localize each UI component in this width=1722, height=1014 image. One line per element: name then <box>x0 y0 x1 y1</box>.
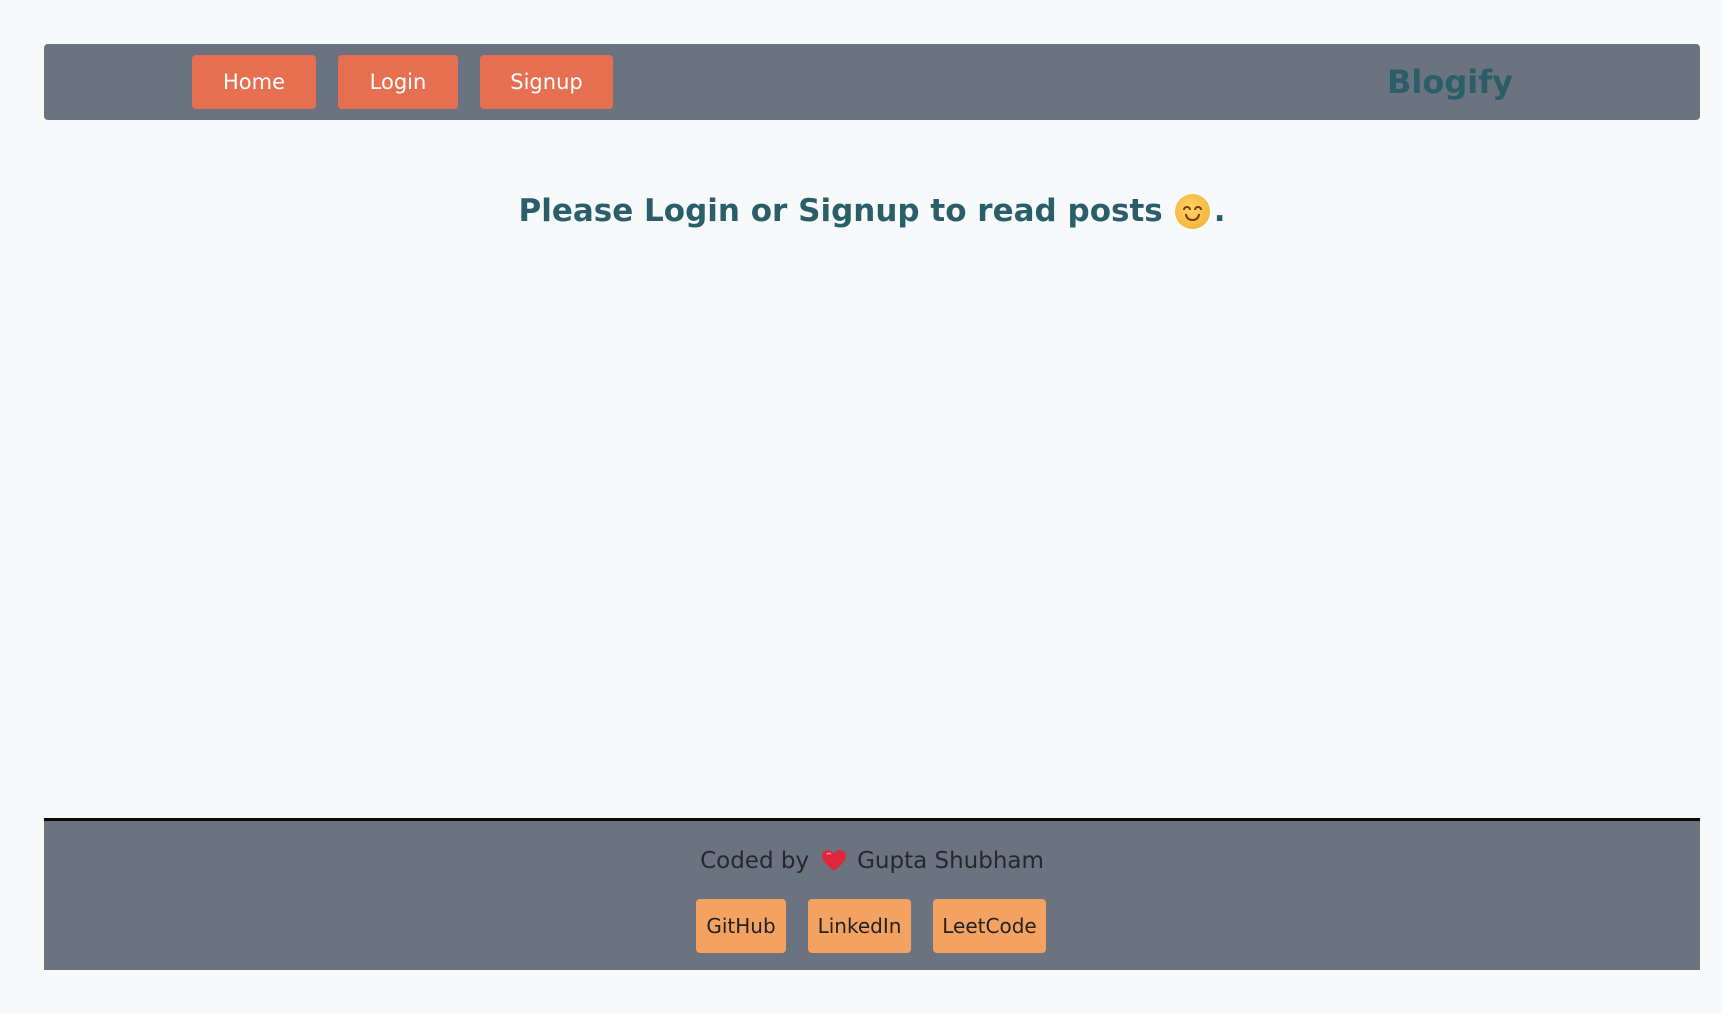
footer-credit: Coded by Gupta Shubham <box>44 841 1700 881</box>
login-prompt-text: Please Login or Signup to read posts <box>518 193 1163 229</box>
login-button[interactable]: Login <box>338 55 458 109</box>
leetcode-button[interactable]: LeetCode <box>933 899 1046 953</box>
login-prompt-period: . <box>1213 193 1226 229</box>
smiling-face-icon <box>1174 193 1210 229</box>
home-button[interactable]: Home <box>192 55 316 109</box>
author-name: Gupta Shubham <box>857 848 1044 874</box>
github-button[interactable]: GitHub <box>696 899 786 953</box>
top-navbar: Home Login Signup Blogify <box>44 44 1700 120</box>
footer: Coded by Gupta Shubham GitHub LinkedIn L… <box>44 818 1700 970</box>
brand-logo[interactable]: Blogify <box>1370 44 1530 120</box>
credit-prefix: Coded by <box>700 848 810 874</box>
login-prompt-message: Please Login or Signup to read posts . <box>0 186 1722 236</box>
heart-icon <box>822 850 847 871</box>
signup-button[interactable]: Signup <box>480 55 613 109</box>
linkedin-button[interactable]: LinkedIn <box>808 899 911 953</box>
